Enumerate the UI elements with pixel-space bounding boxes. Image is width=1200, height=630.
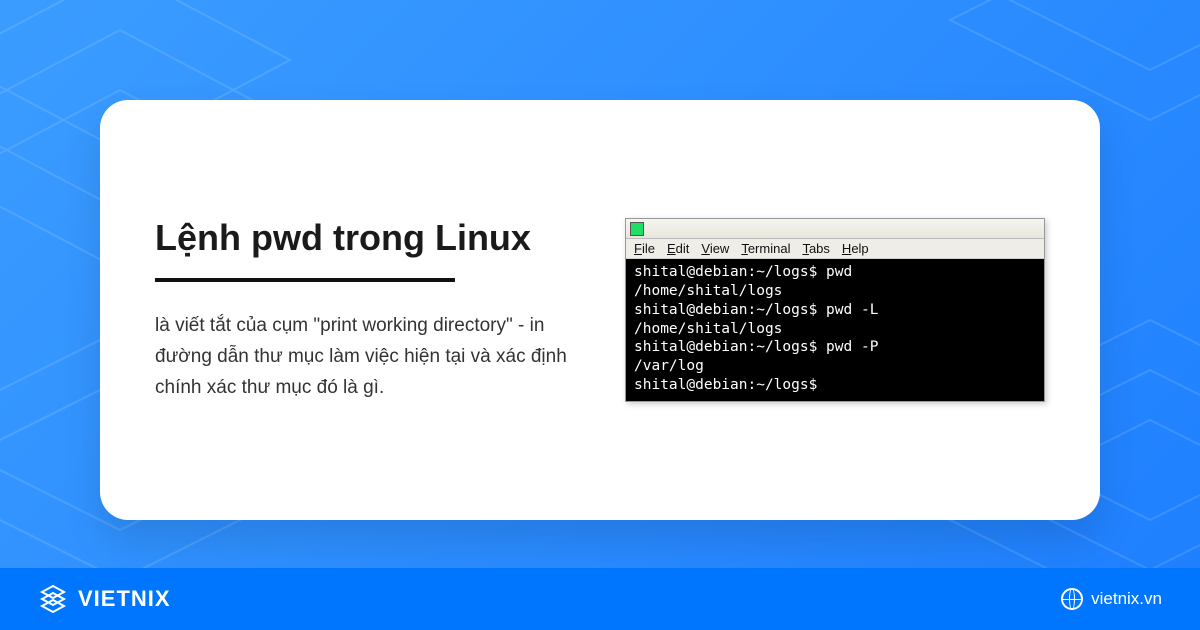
menu-file[interactable]: File — [634, 241, 655, 256]
terminal-output[interactable]: shital@debian:~/logs$ pwd /home/shital/l… — [626, 259, 1044, 401]
title-underline — [155, 278, 455, 282]
menu-tabs[interactable]: Tabs — [802, 241, 829, 256]
terminal-app-icon — [630, 222, 644, 236]
description-text: là viết tắt của cụm "print working direc… — [155, 310, 585, 404]
menu-help[interactable]: Help — [842, 241, 869, 256]
text-column: Lệnh pwd trong Linux là viết tắt của cụm… — [155, 216, 585, 403]
brand-block: VIETNIX — [38, 584, 171, 614]
content-card: Lệnh pwd trong Linux là viết tắt của cụm… — [100, 100, 1100, 520]
menu-view[interactable]: View — [701, 241, 729, 256]
brand-url-block[interactable]: vietnix.vn — [1061, 588, 1162, 610]
terminal-menubar: File Edit View Terminal Tabs Help — [626, 239, 1044, 259]
globe-icon — [1061, 588, 1083, 610]
menu-edit[interactable]: Edit — [667, 241, 689, 256]
brand-logo-icon — [38, 584, 68, 614]
page-title: Lệnh pwd trong Linux — [155, 216, 585, 259]
terminal-titlebar — [626, 219, 1044, 239]
footer-bar: VIETNIX vietnix.vn — [0, 568, 1200, 630]
terminal-window: File Edit View Terminal Tabs Help shital… — [625, 218, 1045, 402]
menu-terminal[interactable]: Terminal — [741, 241, 790, 256]
brand-url: vietnix.vn — [1091, 589, 1162, 609]
brand-name: VIETNIX — [78, 586, 171, 612]
